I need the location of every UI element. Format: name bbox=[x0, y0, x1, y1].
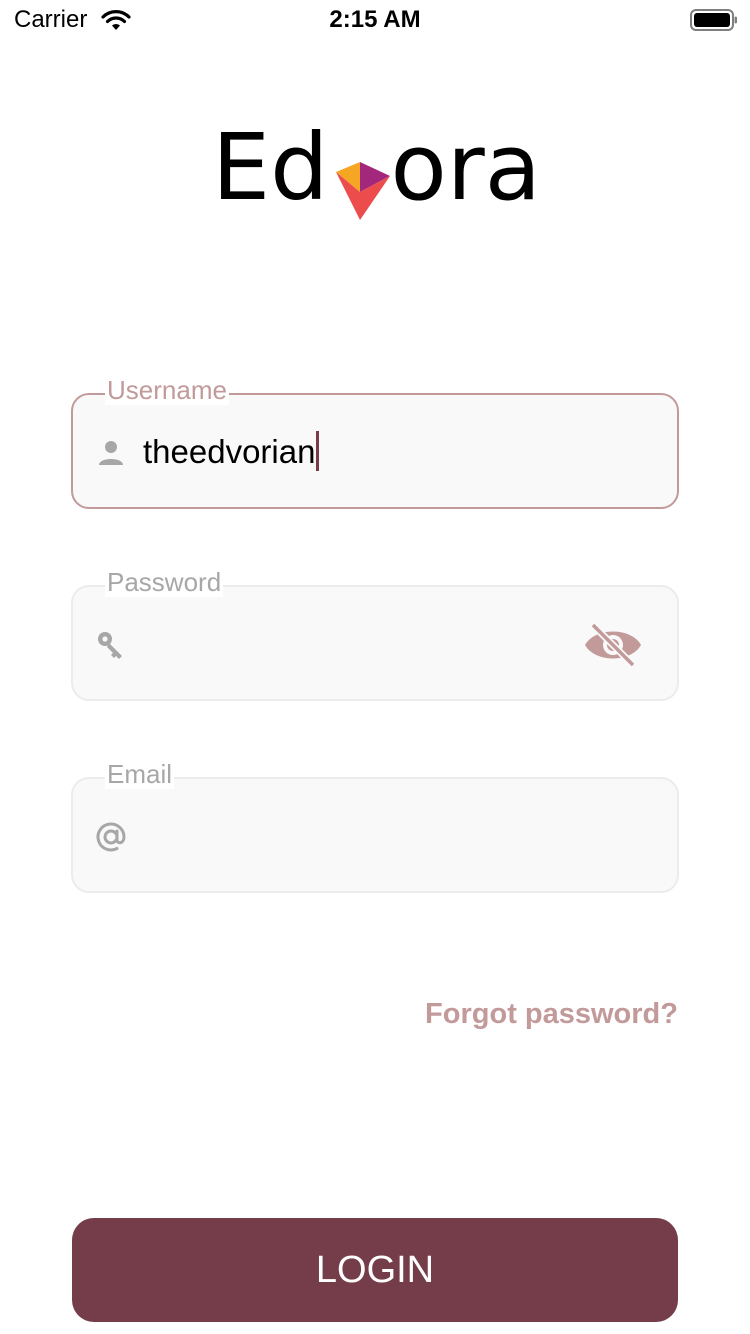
username-field[interactable]: Username theedvorian bbox=[71, 375, 679, 509]
status-bar: Carrier 2:15 AM bbox=[0, 0, 750, 40]
logo-text-end: ora bbox=[390, 114, 542, 221]
person-icon bbox=[99, 441, 123, 465]
app-logo: Ed ora bbox=[212, 118, 542, 220]
username-input[interactable]: theedvorian bbox=[143, 431, 320, 474]
text-caret bbox=[316, 431, 320, 472]
password-label: Password bbox=[105, 567, 224, 597]
username-value: theedvorian bbox=[143, 433, 316, 470]
password-field[interactable]: Password bbox=[71, 567, 679, 701]
logo-text-start: Ed bbox=[212, 114, 329, 221]
at-icon bbox=[96, 822, 126, 852]
email-label: Email bbox=[105, 759, 175, 789]
login-button[interactable]: LOGIN bbox=[72, 1218, 678, 1322]
battery-icon bbox=[690, 9, 737, 31]
email-field[interactable]: Email bbox=[71, 759, 679, 893]
edvora-v-mark bbox=[336, 162, 390, 220]
clock: 2:15 AM bbox=[329, 6, 421, 33]
forgot-password-link[interactable]: Forgot password? bbox=[425, 998, 678, 1031]
eye-off-icon[interactable] bbox=[581, 621, 645, 669]
key-icon bbox=[98, 632, 122, 659]
username-label: Username bbox=[105, 375, 229, 405]
